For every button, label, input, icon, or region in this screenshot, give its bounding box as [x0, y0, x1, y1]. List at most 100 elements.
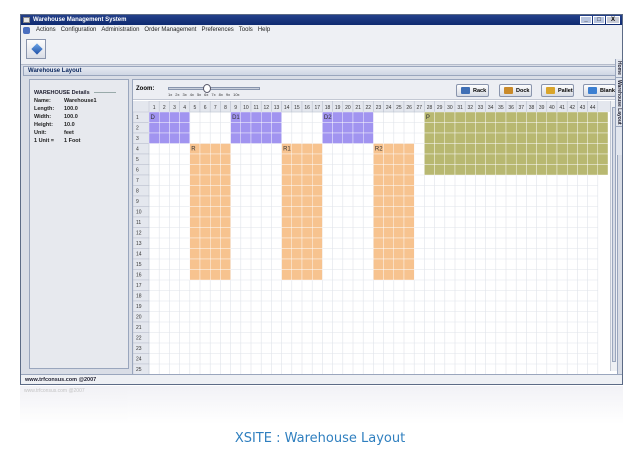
rack-cell[interactable]	[209, 248, 221, 260]
pallet-cell[interactable]	[597, 132, 609, 144]
dock-cell[interactable]	[230, 132, 241, 144]
rack-cell[interactable]	[301, 143, 313, 155]
pallet-cell[interactable]	[587, 143, 599, 155]
pallet-cell[interactable]	[424, 143, 435, 155]
rack-cell[interactable]	[383, 258, 395, 270]
dock-cell[interactable]	[179, 122, 190, 134]
tab-home[interactable]: Home	[616, 59, 622, 78]
pallet-cell[interactable]	[485, 143, 497, 155]
rack-cell[interactable]	[393, 206, 405, 218]
pallet-cell[interactable]	[485, 122, 497, 134]
rack-cell[interactable]	[209, 269, 221, 281]
close-button[interactable]: X	[606, 16, 620, 24]
pallet-cell[interactable]	[516, 122, 527, 134]
rack-cell[interactable]	[311, 269, 323, 281]
rack-cell[interactable]	[373, 237, 384, 249]
dock-cell[interactable]	[322, 122, 333, 134]
rack-cell[interactable]	[281, 269, 293, 281]
rack-cell[interactable]	[393, 195, 405, 207]
pallet-cell[interactable]	[495, 111, 507, 123]
menu-configuration[interactable]: Configuration	[61, 27, 97, 33]
rack-cell[interactable]	[189, 174, 201, 186]
dock-cell[interactable]	[342, 122, 354, 134]
pallet-cell[interactable]	[597, 111, 609, 123]
dock-cell[interactable]	[250, 122, 262, 134]
pallet-cell[interactable]	[475, 153, 486, 165]
pallet-cell[interactable]	[444, 143, 456, 155]
menu-help[interactable]: Help	[258, 27, 270, 33]
menu-order-management[interactable]: Order Management	[144, 27, 196, 33]
pallet-cell[interactable]	[526, 143, 537, 155]
dock-cell[interactable]	[260, 132, 272, 144]
rack-cell[interactable]	[301, 237, 313, 249]
dock-cell[interactable]	[240, 111, 252, 123]
rack-cell[interactable]	[281, 195, 293, 207]
pallet-cell[interactable]	[485, 132, 497, 144]
rack-cell[interactable]	[373, 227, 384, 239]
pallet-cell[interactable]	[536, 132, 548, 144]
pallet-cell[interactable]	[526, 122, 537, 134]
rack-cell[interactable]	[209, 174, 221, 186]
rack-cell[interactable]	[383, 185, 395, 197]
pallet-cell[interactable]	[587, 111, 599, 123]
rack-cell[interactable]	[373, 164, 384, 176]
pallet-cell[interactable]	[556, 164, 568, 176]
rack-cell[interactable]	[291, 143, 303, 155]
rack-cell[interactable]	[403, 153, 415, 165]
grid-viewport[interactable]: 1 2 3 4 5 6 7 8 9 10 11 12 13 14 15 16 17 18 19 20 21 22 23 24 2…	[133, 101, 617, 377]
blank-button[interactable]: Blank	[583, 84, 616, 97]
rack-cell[interactable]	[311, 248, 323, 260]
pallet-cell[interactable]	[526, 111, 537, 123]
pallet-cell[interactable]	[516, 153, 527, 165]
rack-cell[interactable]	[209, 153, 221, 165]
pallet-cell[interactable]	[597, 143, 609, 155]
rack-cell[interactable]	[383, 164, 395, 176]
rack-cell[interactable]	[393, 227, 405, 239]
rack-cell[interactable]	[403, 248, 415, 260]
pallet-cell[interactable]	[475, 143, 486, 155]
pallet-cell[interactable]	[505, 111, 517, 123]
rack-cell[interactable]	[189, 195, 201, 207]
pallet-cell[interactable]	[516, 164, 527, 176]
pallet-cell[interactable]	[454, 132, 466, 144]
rack-cell[interactable]	[373, 248, 384, 260]
rack-cell[interactable]	[373, 185, 384, 197]
dock-cell[interactable]	[250, 132, 262, 144]
pallet-cell[interactable]	[424, 132, 435, 144]
dock-cell[interactable]	[352, 122, 364, 134]
pallet-cell[interactable]	[597, 164, 609, 176]
dock-cell[interactable]	[159, 122, 170, 134]
pallet-cell[interactable]	[556, 153, 568, 165]
pallet-cell[interactable]	[444, 153, 456, 165]
pallet-cell[interactable]	[546, 143, 558, 155]
pallet-cell[interactable]	[587, 153, 599, 165]
rack-cell[interactable]	[291, 153, 303, 165]
rack-cell[interactable]	[403, 185, 415, 197]
rack-cell[interactable]	[220, 185, 231, 197]
rack-cell[interactable]	[189, 185, 201, 197]
rack-cell[interactable]	[403, 269, 415, 281]
rack-cell[interactable]	[393, 237, 405, 249]
rack-cell[interactable]	[220, 258, 231, 270]
pallet-cell[interactable]	[434, 143, 446, 155]
rack-cell[interactable]	[199, 237, 211, 249]
pallet-cell[interactable]	[567, 122, 578, 134]
pallet-cell[interactable]	[556, 143, 568, 155]
pallet-cell[interactable]	[567, 164, 578, 176]
rack-cell[interactable]	[291, 248, 303, 260]
rack-cell[interactable]	[393, 164, 405, 176]
pallet-cell[interactable]	[485, 111, 497, 123]
pallet-cell[interactable]	[577, 164, 588, 176]
pallet-cell[interactable]	[536, 164, 548, 176]
pallet-cell[interactable]	[444, 111, 456, 123]
maximize-button[interactable]: □	[593, 16, 605, 24]
pallet-cell[interactable]	[444, 164, 456, 176]
rack-cell[interactable]	[281, 227, 293, 239]
rack-cell[interactable]	[199, 216, 211, 228]
rack-cell[interactable]	[311, 195, 323, 207]
rack-cell[interactable]	[383, 216, 395, 228]
rack-cell[interactable]	[383, 195, 395, 207]
dock-cell[interactable]	[322, 132, 333, 144]
dock-cell[interactable]	[169, 132, 180, 144]
rack-cell[interactable]	[291, 185, 303, 197]
